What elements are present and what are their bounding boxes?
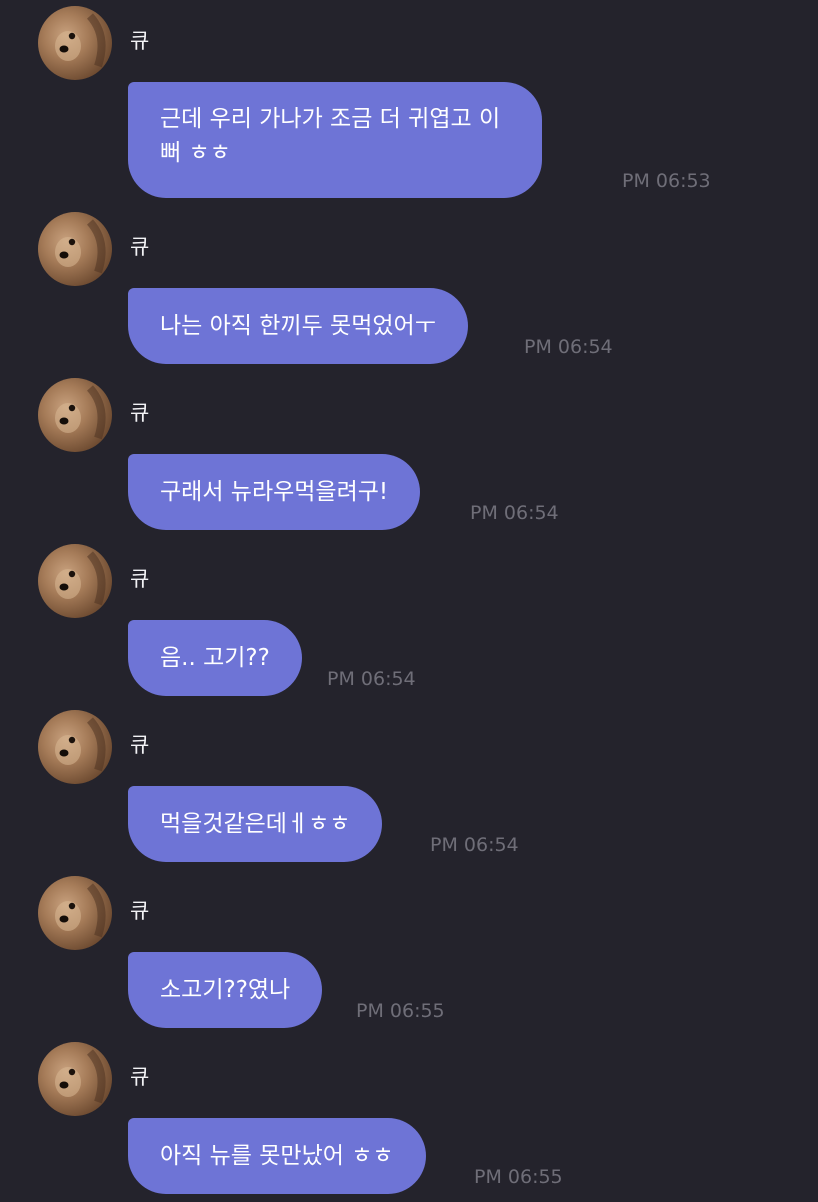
message-timestamp: PM 06:54 (327, 668, 416, 690)
dog-avatar-icon[interactable] (38, 378, 112, 452)
message-row: 큐 근데 우리 가나가 조금 더 귀엽고 이뻐 ㅎㅎ PM 06:53 (0, 0, 818, 198)
message-row: 큐 음.. 고기?? PM 06:54 (0, 538, 818, 704)
message-row: 큐 아직 뉴를 못만났어 ㅎㅎ PM 06:55 (0, 1036, 818, 1202)
sender-name: 큐 (130, 899, 150, 923)
dog-avatar-icon[interactable] (38, 710, 112, 784)
message-timestamp: PM 06:54 (524, 336, 613, 358)
sender-name: 큐 (130, 235, 150, 259)
message-bubble[interactable]: 구래서 뉴라우먹을려구! (128, 454, 421, 530)
dog-avatar-icon[interactable] (38, 876, 112, 950)
message-bubble[interactable]: 나는 아직 한끼두 못먹었어ㅜ (128, 288, 468, 364)
message-timestamp: PM 06:54 (430, 834, 519, 856)
message-row: 큐 먹을것같은데ㅔㅎㅎ PM 06:54 (0, 704, 818, 870)
sender-name: 큐 (130, 1065, 150, 1089)
dog-avatar-icon[interactable] (38, 212, 112, 286)
message-timestamp: PM 06:55 (474, 1166, 563, 1188)
dog-avatar-icon[interactable] (38, 6, 112, 80)
message-bubble[interactable]: 근데 우리 가나가 조금 더 귀엽고 이뻐 ㅎㅎ (128, 82, 542, 198)
sender-name: 큐 (130, 401, 150, 425)
message-bubble[interactable]: 아직 뉴를 못만났어 ㅎㅎ (128, 1118, 426, 1194)
message-timestamp: PM 06:55 (356, 1000, 445, 1022)
message-bubble[interactable]: 먹을것같은데ㅔㅎㅎ (128, 786, 383, 862)
message-timestamp: PM 06:53 (622, 170, 711, 192)
message-row: 큐 나는 아직 한끼두 못먹었어ㅜ PM 06:54 (0, 206, 818, 372)
message-row: 큐 소고기??였나 PM 06:55 (0, 870, 818, 1036)
sender-name: 큐 (130, 29, 150, 53)
message-timestamp: PM 06:54 (470, 502, 559, 524)
message-bubble[interactable]: 음.. 고기?? (128, 620, 302, 696)
message-row: 큐 구래서 뉴라우먹을려구! PM 06:54 (0, 372, 818, 538)
sender-name: 큐 (130, 733, 150, 757)
message-bubble[interactable]: 소고기??였나 (128, 952, 323, 1028)
sender-name: 큐 (130, 567, 150, 591)
dog-avatar-icon[interactable] (38, 544, 112, 618)
dog-avatar-icon[interactable] (38, 1042, 112, 1116)
